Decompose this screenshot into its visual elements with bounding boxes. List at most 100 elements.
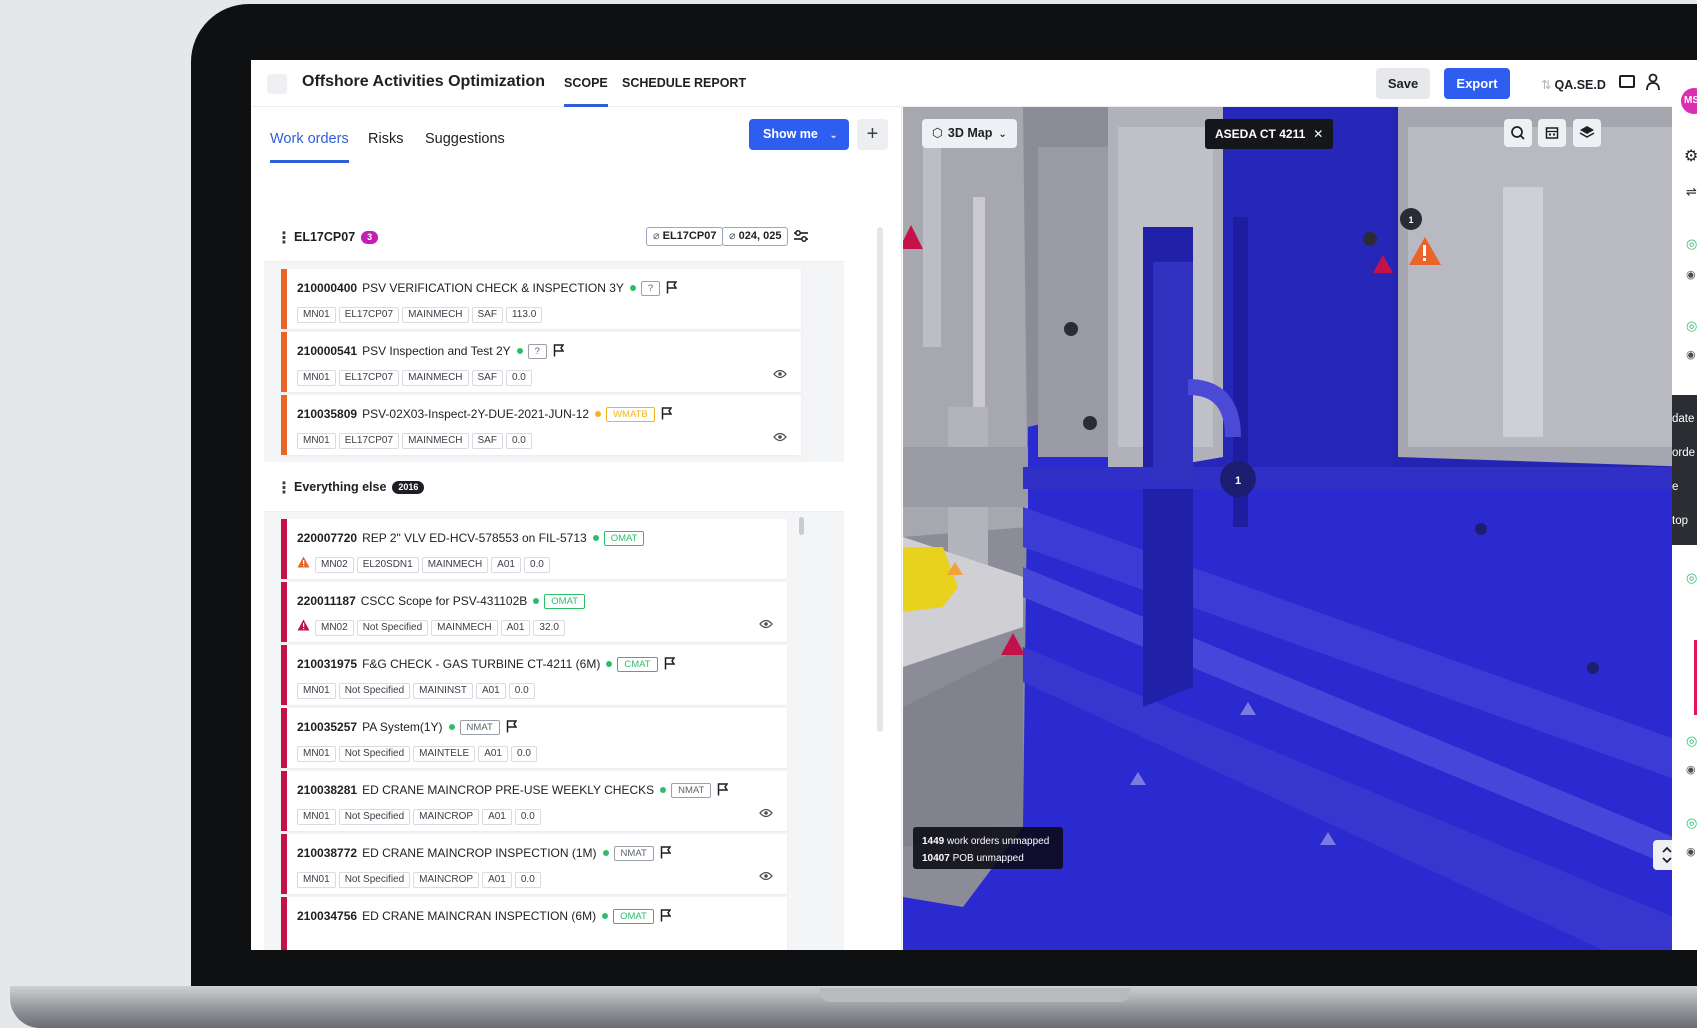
warning-icon [297, 619, 310, 631]
group-header-everything-else[interactable]: ⋮ Everything else 2016 [264, 462, 844, 512]
work-order-id: 210034756 [297, 909, 358, 923]
eye-icon[interactable]: ◉ [1686, 845, 1696, 858]
tag-chip: MN01 [297, 683, 336, 699]
flag-icon[interactable] [666, 281, 678, 294]
map-3d-view[interactable]: 1 1 ⬡ 3D Map ⌄ ASEDA CT 4211 ✕ 1449 work or… [903, 107, 1697, 950]
tag-chip: SAF [471, 433, 503, 449]
tab-report[interactable]: REPORT [694, 76, 746, 107]
tag-chip: MAINCROP [413, 872, 480, 888]
eye-icon[interactable] [773, 432, 787, 442]
tag-chip: MN01 [297, 809, 336, 825]
close-icon[interactable]: ✕ [1313, 127, 1323, 141]
eye-icon[interactable] [759, 808, 773, 818]
filter-chip-range[interactable]: ⌀ 024, 025 [722, 227, 789, 246]
tab-risks[interactable]: Risks [368, 131, 403, 163]
map-view-selector[interactable]: ⬡ 3D Map ⌄ [922, 119, 1017, 148]
tag-chip: Not Specified [338, 683, 411, 699]
flag-icon[interactable] [553, 344, 564, 357]
sliders-icon[interactable]: ⇌ [1686, 184, 1697, 200]
eye-icon[interactable] [759, 871, 773, 881]
eye-icon[interactable] [759, 619, 773, 629]
tag-chip: 0.0 [505, 370, 532, 386]
status-dot [448, 724, 455, 730]
sliders-icon[interactable] [793, 229, 809, 243]
panel-scrollbar[interactable] [877, 227, 883, 732]
bulb-icon[interactable]: ◎ [1686, 815, 1697, 831]
tab-suggestions[interactable]: Suggestions [425, 131, 505, 163]
group-count-badge: 2016 [392, 481, 425, 494]
eye-icon[interactable]: ◉ [1686, 268, 1696, 281]
tag-chip: A01 [478, 746, 508, 762]
list-scrollbar[interactable] [799, 517, 804, 535]
work-order-card[interactable]: 210038281 ED CRANE MAINCROP PRE-USE WEEKL… [281, 771, 787, 831]
tag-chip: MAINMECH [431, 620, 498, 636]
tooltip-text: 6 to [1672, 549, 1692, 561]
work-order-card[interactable]: 210035257 PA System(1Y) NMAT MN01 Not Speci… [281, 708, 787, 768]
export-button[interactable]: Export [1444, 68, 1510, 99]
map-search-button[interactable] [1504, 119, 1532, 147]
map-layers-button[interactable] [1573, 119, 1601, 147]
work-order-card[interactable]: 210000541 PSV Inspection and Test 2Y? MN0… [281, 332, 801, 392]
tag-chip: A01 [482, 872, 512, 888]
user-code[interactable]: ⇅ QA.SE.D [1541, 77, 1606, 92]
search-icon [1511, 126, 1525, 140]
flag-icon[interactable] [661, 407, 672, 420]
person-icon[interactable] [1645, 72, 1661, 92]
asset-chip-label: ASEDA CT 4211 [1215, 127, 1306, 141]
material-badge: NMAT [671, 783, 712, 798]
map-view-label: 3D Map [947, 126, 993, 140]
tag-chip: MN02 [315, 557, 354, 573]
bulb-icon[interactable]: ◎ [1686, 570, 1697, 586]
bulb-icon[interactable]: ◎ [1686, 733, 1697, 749]
tag-chip: EL17CP07 [338, 307, 400, 323]
map-marker-label: 1 [1408, 215, 1413, 225]
flag-icon[interactable] [660, 909, 671, 922]
tag-chip: 113.0 [505, 307, 543, 323]
filter-chip-location[interactable]: ⌀ EL17CP07 [646, 227, 724, 246]
tab-scope[interactable]: SCOPE [564, 76, 608, 107]
material-badge: CMAT [617, 657, 658, 672]
tag-chip: A01 [482, 809, 512, 825]
map-calendar-button[interactable] [1538, 119, 1566, 147]
save-button[interactable]: Save [1376, 68, 1430, 99]
eye-icon[interactable]: ◉ [1686, 763, 1696, 776]
work-order-card[interactable]: 210034756 ED CRANE MAINCRAN INSPECTION (6… [281, 897, 787, 950]
bulb-icon[interactable]: ◎ [1686, 236, 1697, 252]
flag-icon[interactable] [660, 846, 671, 859]
folder-icon[interactable] [1619, 75, 1635, 88]
avatar[interactable]: MS [1681, 88, 1697, 114]
eye-icon[interactable]: ◉ [1686, 348, 1696, 361]
work-order-card[interactable]: 220011187 CSCC Scope for PSV-431102B OMAT … [281, 582, 787, 642]
kebab-menu-icon[interactable]: ⋮ [276, 478, 292, 498]
work-order-title: PSV-02X03-Inspect-2Y-DUE-2021-JUN-12 [362, 407, 590, 421]
status-dot [602, 913, 609, 919]
work-order-card[interactable]: 210000400 PSV VERIFICATION CHECK & INSPEC… [281, 269, 801, 329]
work-order-card[interactable]: 210031975 F&G CHECK - GAS TURBINE CT-4211… [281, 645, 787, 705]
work-order-title-line: 210035257 PA System(1Y) NMAT [297, 720, 517, 735]
work-order-card[interactable]: 210038772 ED CRANE MAINCROP INSPECTION (1… [281, 834, 787, 894]
work-order-tags: MN01 Not Specified MAINCROP A01 0.0 [297, 869, 544, 888]
work-order-card[interactable]: 220007720 REP 2" VLV ED-HCV-578553 on FIL… [281, 519, 787, 579]
flag-icon[interactable] [664, 657, 675, 670]
kebab-menu-icon[interactable]: ⋮ [276, 228, 292, 248]
work-order-title: ED CRANE MAINCROP INSPECTION (1M) [362, 846, 597, 860]
tag-chip: 32.0 [533, 620, 565, 636]
group-header-el17cp07[interactable]: ⋮ EL17CP07 3 ⌀ EL17CP07 ⌀ 024, 025 [264, 212, 844, 262]
work-order-card[interactable]: 210035809 PSV-02X03-Inspect-2Y-DUE-2021-J… [281, 395, 801, 455]
user-code-label: QA.SE.D [1554, 78, 1606, 92]
tab-work-orders[interactable]: Work orders [270, 131, 349, 163]
bulb-icon[interactable]: ◎ [1686, 318, 1697, 334]
flag-icon[interactable] [506, 720, 517, 733]
tab-schedule[interactable]: SCHEDULE [622, 76, 691, 107]
selected-asset-chip[interactable]: ASEDA CT 4211 ✕ [1205, 119, 1334, 149]
gear-icon[interactable]: ⚙ [1684, 146, 1697, 166]
map-scene: 1 1 [903, 107, 1697, 950]
group-title: Everything else 2016 [294, 480, 425, 494]
tooltip-text: e top [1672, 481, 1688, 527]
tag-chip: 0.0 [514, 809, 541, 825]
unmapped-pob: 10407 POB unmapped [922, 850, 1054, 867]
show-me-button[interactable]: Show me ⌄ [749, 119, 849, 150]
add-button[interactable]: + [857, 119, 888, 150]
flag-icon[interactable] [717, 783, 729, 796]
eye-icon[interactable] [773, 369, 787, 379]
